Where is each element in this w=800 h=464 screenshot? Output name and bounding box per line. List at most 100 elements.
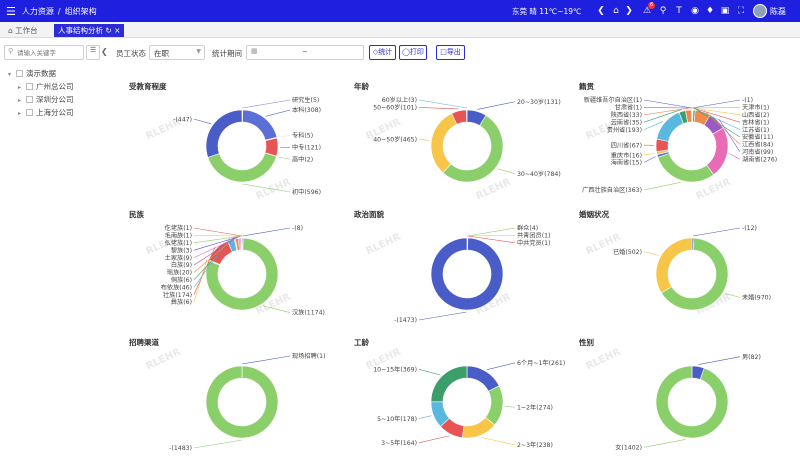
label-leader-line	[418, 139, 430, 141]
tree-checkbox[interactable]	[26, 83, 33, 90]
slice-label: 专科(5)	[292, 131, 313, 139]
slice-label: -(1483)	[169, 445, 192, 452]
donut-slice[interactable]	[207, 152, 277, 183]
lock-icon[interactable]: ▣	[718, 4, 732, 18]
label-leader-line	[193, 227, 242, 237]
slice-label: 仫佬族(1)	[165, 239, 192, 247]
status-select[interactable]: 在职 ▼	[149, 45, 205, 60]
chevron-down-icon: ▼	[196, 48, 201, 55]
label-leader-line	[193, 235, 242, 237]
donut-chart: 男(82) 女(1402)	[615, 354, 761, 452]
slice-label: 20~30岁(131)	[517, 98, 561, 106]
home-icon[interactable]: ⌂	[609, 4, 623, 18]
donut-chart: -(1)天津市(1)山西省(2)吉林省(1)江苏省(1)安徽省(11)江西省(8…	[582, 96, 777, 194]
slice-label: 3~5年(164)	[381, 439, 417, 447]
tree-node-shenzhen[interactable]: ▸ 深圳分公司	[18, 94, 74, 105]
tab-workbench-label: 工作台	[15, 26, 38, 35]
avatar[interactable]	[753, 4, 767, 18]
stat-button[interactable]: ◇统计	[369, 45, 396, 60]
slice-label: 壮族(174)	[163, 291, 192, 299]
donut-slice[interactable]	[655, 365, 729, 439]
collapse-icon[interactable]: ❮	[101, 47, 108, 56]
donut-chart: -(12) 未婚(970) 已婚(502)	[613, 225, 771, 311]
label-leader-line	[467, 227, 516, 237]
label-leader-line	[729, 153, 741, 160]
donut-chart: 研究生(5) 本科(308) 专科(5) 中专(121) 高中(2) 初中(596) -(4…	[173, 96, 321, 196]
slice-label: 男(82)	[742, 354, 761, 361]
slice-label: 本科(308)	[292, 106, 321, 114]
tree-node-shanghai[interactable]: ▸ 上海分公司	[18, 107, 74, 118]
export-button[interactable]: □导出	[436, 45, 465, 60]
tab-structure-analysis[interactable]: 人事结构分析 ↻ ×	[54, 24, 124, 37]
slice-label: -(1)	[742, 97, 753, 104]
menu-icon[interactable]: ☰	[6, 6, 16, 17]
donut-slice[interactable]	[205, 365, 279, 439]
forward-icon[interactable]: ❯	[622, 4, 636, 18]
slice-label: 云南省(35)	[611, 118, 642, 126]
slice-label: 贵州省(193)	[607, 126, 642, 134]
label-leader-line	[497, 168, 516, 174]
print-button[interactable]: ◯打印	[399, 45, 427, 60]
donut-slice[interactable]	[466, 365, 500, 392]
donut-slice[interactable]	[430, 365, 468, 403]
donut-slice[interactable]	[655, 237, 693, 294]
theme-icon[interactable]: ◉	[688, 4, 702, 18]
label-leader-line	[643, 156, 656, 163]
tab-workbench[interactable]: ⌂ 工作台	[4, 24, 42, 37]
search-icon[interactable]: ⚲	[656, 4, 670, 18]
label-leader-line	[242, 99, 291, 109]
filter-icon-button[interactable]: ☰	[86, 45, 100, 60]
label-leader-line	[242, 355, 291, 365]
slice-label: 现场招聘(1)	[292, 352, 326, 360]
back-icon[interactable]: ❮	[594, 4, 608, 18]
search-input[interactable]	[17, 47, 81, 58]
donut-slice[interactable]	[205, 109, 243, 158]
skin-icon[interactable]: ♦	[703, 4, 717, 18]
user-name[interactable]: 陈磊	[770, 6, 786, 17]
period-range-input[interactable]: ▦ ~	[246, 45, 364, 60]
label-leader-line	[724, 293, 741, 298]
search-box[interactable]: ⚲	[4, 45, 84, 60]
stat-label: 统计	[378, 48, 393, 56]
tree-node-guangzhou[interactable]: ▸ 广州总公司	[18, 81, 74, 92]
calendar-icon: ▦	[251, 47, 258, 55]
breadcrumb-module[interactable]: 人力资源	[22, 7, 54, 16]
slice-label: 江西省(84)	[742, 141, 773, 149]
collapse-arrow-icon[interactable]: ▾	[8, 71, 16, 78]
donut-slice[interactable]	[485, 385, 504, 426]
tree-node-label: 上海分公司	[36, 108, 74, 117]
slice-label: -(12)	[742, 225, 757, 232]
label-leader-line	[262, 305, 291, 313]
search-icon: ⚲	[8, 47, 14, 55]
slice-label: 瑶族(20)	[167, 269, 192, 277]
slice-label: -(8)	[292, 225, 303, 232]
expand-arrow-icon[interactable]: ▸	[18, 84, 26, 91]
label-leader-line	[504, 406, 516, 408]
donut-slice[interactable]	[657, 153, 715, 183]
close-icon[interactable]: ×	[114, 26, 120, 35]
fullscreen-icon[interactable]: ⛶	[734, 4, 748, 18]
label-leader-line	[193, 439, 242, 449]
slice-label: 40~50岁(465)	[373, 136, 417, 144]
tree-root-label: 演示数据	[26, 69, 56, 78]
slice-label: 侗族(6)	[171, 276, 192, 284]
expand-arrow-icon[interactable]: ▸	[18, 97, 26, 104]
expand-arrow-icon[interactable]: ▸	[18, 110, 26, 117]
donut-slice[interactable]	[430, 237, 504, 311]
slice-label: 安徽省(11)	[742, 133, 773, 141]
slice-label: 1~2年(274)	[517, 403, 553, 411]
tree-checkbox[interactable]	[26, 96, 33, 103]
refresh-icon[interactable]: ↻	[105, 26, 111, 35]
slice-label: 甘肃省(1)	[615, 104, 642, 112]
tree-checkbox[interactable]	[16, 70, 23, 77]
tree-root[interactable]: ▾ 演示数据	[8, 68, 56, 79]
donut-slice[interactable]	[706, 127, 729, 176]
slice-label: 湖南省(276)	[742, 155, 777, 163]
breadcrumb-page: 组织架构	[64, 6, 97, 16]
font-size-icon[interactable]: T	[672, 4, 686, 18]
donut-slice[interactable]	[430, 113, 458, 174]
slice-label: -(447)	[173, 116, 192, 123]
tree-checkbox[interactable]	[26, 109, 33, 116]
label-leader-line	[698, 356, 741, 365]
charts-area: RLEHR RLEHR RLEHR RLEHR RLEHR RLEHR RLEHR RLEHR…	[115, 64, 800, 464]
